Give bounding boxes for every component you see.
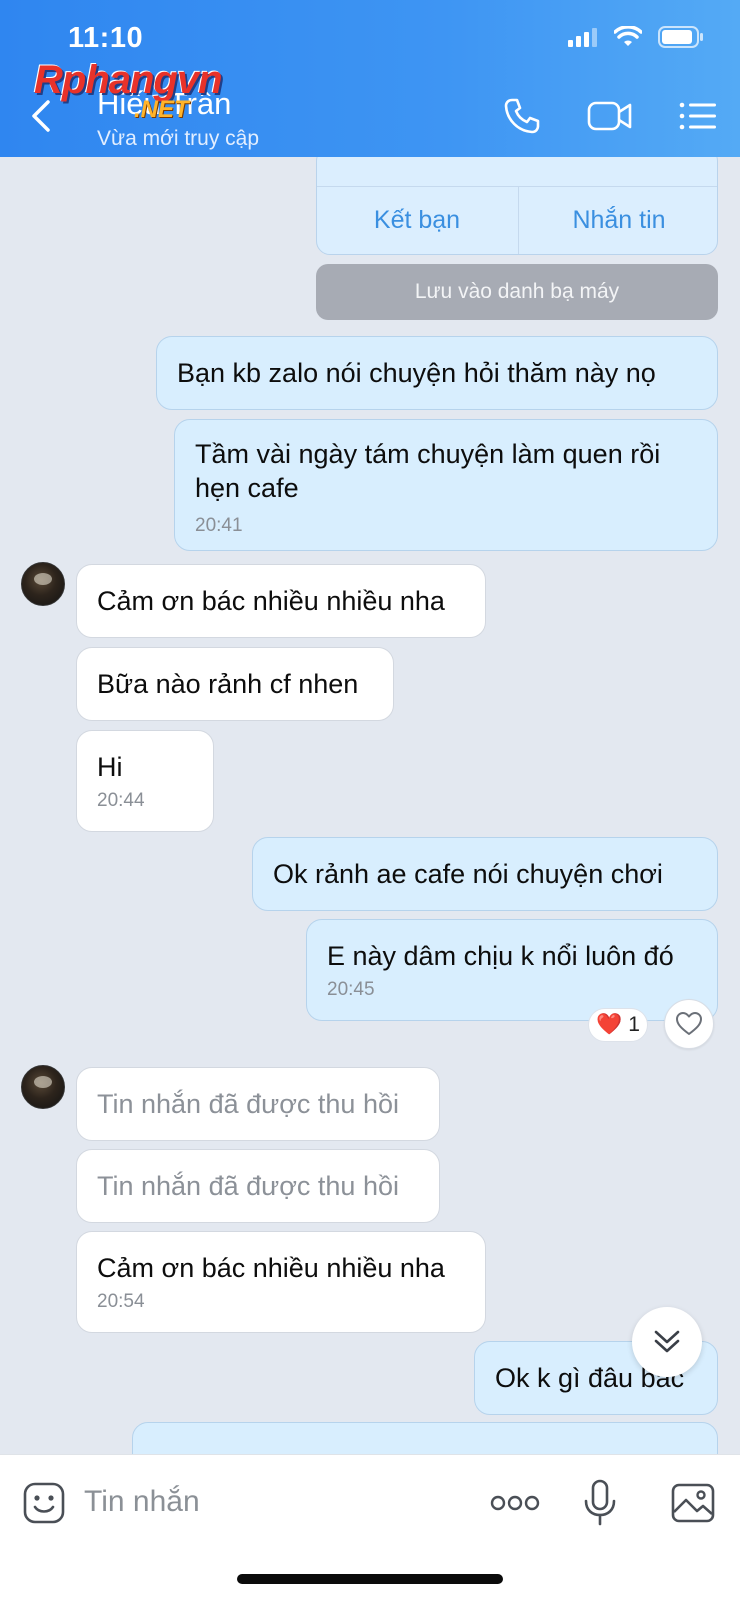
message-bubble-received[interactable]: Bữa nào rảnh cf nhen xyxy=(76,647,394,721)
message-time: 20:54 xyxy=(97,1291,145,1312)
chat-menu-button[interactable] xyxy=(678,94,718,138)
message-text: Tin nhắn đã được thu hồi xyxy=(97,1171,399,1201)
message-text: Tầm vài ngày tám chuyện làm quen rồi hẹn… xyxy=(195,439,661,503)
contact-status: Vừa mới truy cập xyxy=(97,127,260,150)
message-time: 20:41 xyxy=(195,515,243,536)
reaction-count: 1 xyxy=(628,1013,640,1036)
add-friend-button[interactable]: Kết bạn xyxy=(317,187,517,254)
status-time: 11:10 xyxy=(68,22,144,54)
watermark-logo: Rphangvn .NET xyxy=(34,58,274,128)
battery-icon xyxy=(658,26,704,53)
wifi-icon xyxy=(613,25,643,53)
message-bubble-received[interactable]: Hi 20:44 xyxy=(76,730,214,832)
message-text: E này dâm chịu k nổi luôn đó xyxy=(327,941,674,971)
recalled-message-bubble[interactable]: Tin nhắn đã được thu hồi xyxy=(76,1149,440,1223)
heart-outline-icon xyxy=(676,1012,702,1035)
watermark-sub: .NET xyxy=(134,96,189,123)
message-text: Bữa nào rảnh cf nhen xyxy=(97,669,359,699)
message-text: Cảm ơn bác nhiều nhiều nha xyxy=(97,586,445,616)
avatar[interactable] xyxy=(21,562,65,606)
message-bubble-sent[interactable]: Tầm vài ngày tám chuyện làm quen rồi hẹn… xyxy=(174,419,718,551)
video-call-icon xyxy=(587,101,632,131)
message-time: 20:44 xyxy=(97,790,145,811)
message-text: Cảm ơn bác nhiều nhiều nha xyxy=(97,1253,445,1283)
more-options-button[interactable] xyxy=(488,1477,542,1529)
microphone-icon xyxy=(584,1479,616,1526)
message-bubble-received[interactable]: Cảm ơn bác nhiều nhiều nha 20:54 xyxy=(76,1231,486,1333)
chat-header: 11:10 Hiếu Trần Vừa mới truy cập Rphangv… xyxy=(0,0,740,157)
emoji-icon xyxy=(23,1482,65,1524)
send-image-button[interactable] xyxy=(668,1477,718,1529)
send-message-button[interactable]: Nhắn tin xyxy=(519,187,717,254)
message-text: Ok rảnh ae cafe nói chuyện chơi xyxy=(273,859,663,889)
signal-icon xyxy=(568,27,598,52)
message-bubble-sent[interactable]: Ok rảnh ae cafe nói chuyện chơi xyxy=(252,837,718,911)
message-bubble-sent[interactable]: E này dâm chịu k nổi luôn đó 20:45 xyxy=(306,919,718,1021)
recalled-message-bubble[interactable]: Tin nhắn đã được thu hồi xyxy=(76,1067,440,1141)
chat-screen: 11:10 Hiếu Trần Vừa mới truy cập Rphangv… xyxy=(0,0,740,1600)
video-call-button[interactable] xyxy=(586,94,634,138)
message-text: Hi xyxy=(97,752,123,782)
message-input[interactable] xyxy=(84,1473,464,1531)
home-indicator xyxy=(237,1574,503,1584)
heart-reaction-icon: ❤️ xyxy=(596,1013,623,1036)
message-time: 20:45 xyxy=(327,979,375,1000)
more-dots-icon xyxy=(490,1495,540,1511)
message-bubble-sent[interactable]: Bạn kb zalo nói chuyện hỏi thăm này nọ xyxy=(156,336,718,410)
phone-icon xyxy=(504,98,540,134)
voice-call-button[interactable] xyxy=(500,94,544,138)
message-list[interactable]: Kết bạn Nhắn tin Lưu vào danh bạ máy Bạn… xyxy=(0,157,740,1454)
double-chevron-down-icon xyxy=(654,1330,680,1353)
message-bubble-received[interactable]: Cảm ơn bác nhiều nhiều nha xyxy=(76,564,486,638)
react-button[interactable] xyxy=(664,999,714,1049)
voice-message-button[interactable] xyxy=(580,1477,620,1529)
sticker-button[interactable] xyxy=(20,1477,68,1529)
menu-icon xyxy=(679,102,716,130)
watermark-main: Rphangvn xyxy=(34,58,223,102)
scroll-to-bottom-button[interactable] xyxy=(632,1307,702,1377)
reaction-summary[interactable]: ❤️ 1 xyxy=(588,1008,648,1042)
message-text: Tin nhắn đã được thu hồi xyxy=(97,1089,399,1119)
avatar[interactable] xyxy=(21,1065,65,1109)
status-icons xyxy=(568,25,704,53)
contact-card: Kết bạn Nhắn tin xyxy=(316,157,718,255)
image-icon xyxy=(671,1483,715,1523)
message-bubble-partial[interactable] xyxy=(132,1422,718,1454)
message-text: Bạn kb zalo nói chuyện hỏi thăm này nọ xyxy=(177,358,656,388)
save-to-contacts-button[interactable]: Lưu vào danh bạ máy xyxy=(316,264,718,320)
